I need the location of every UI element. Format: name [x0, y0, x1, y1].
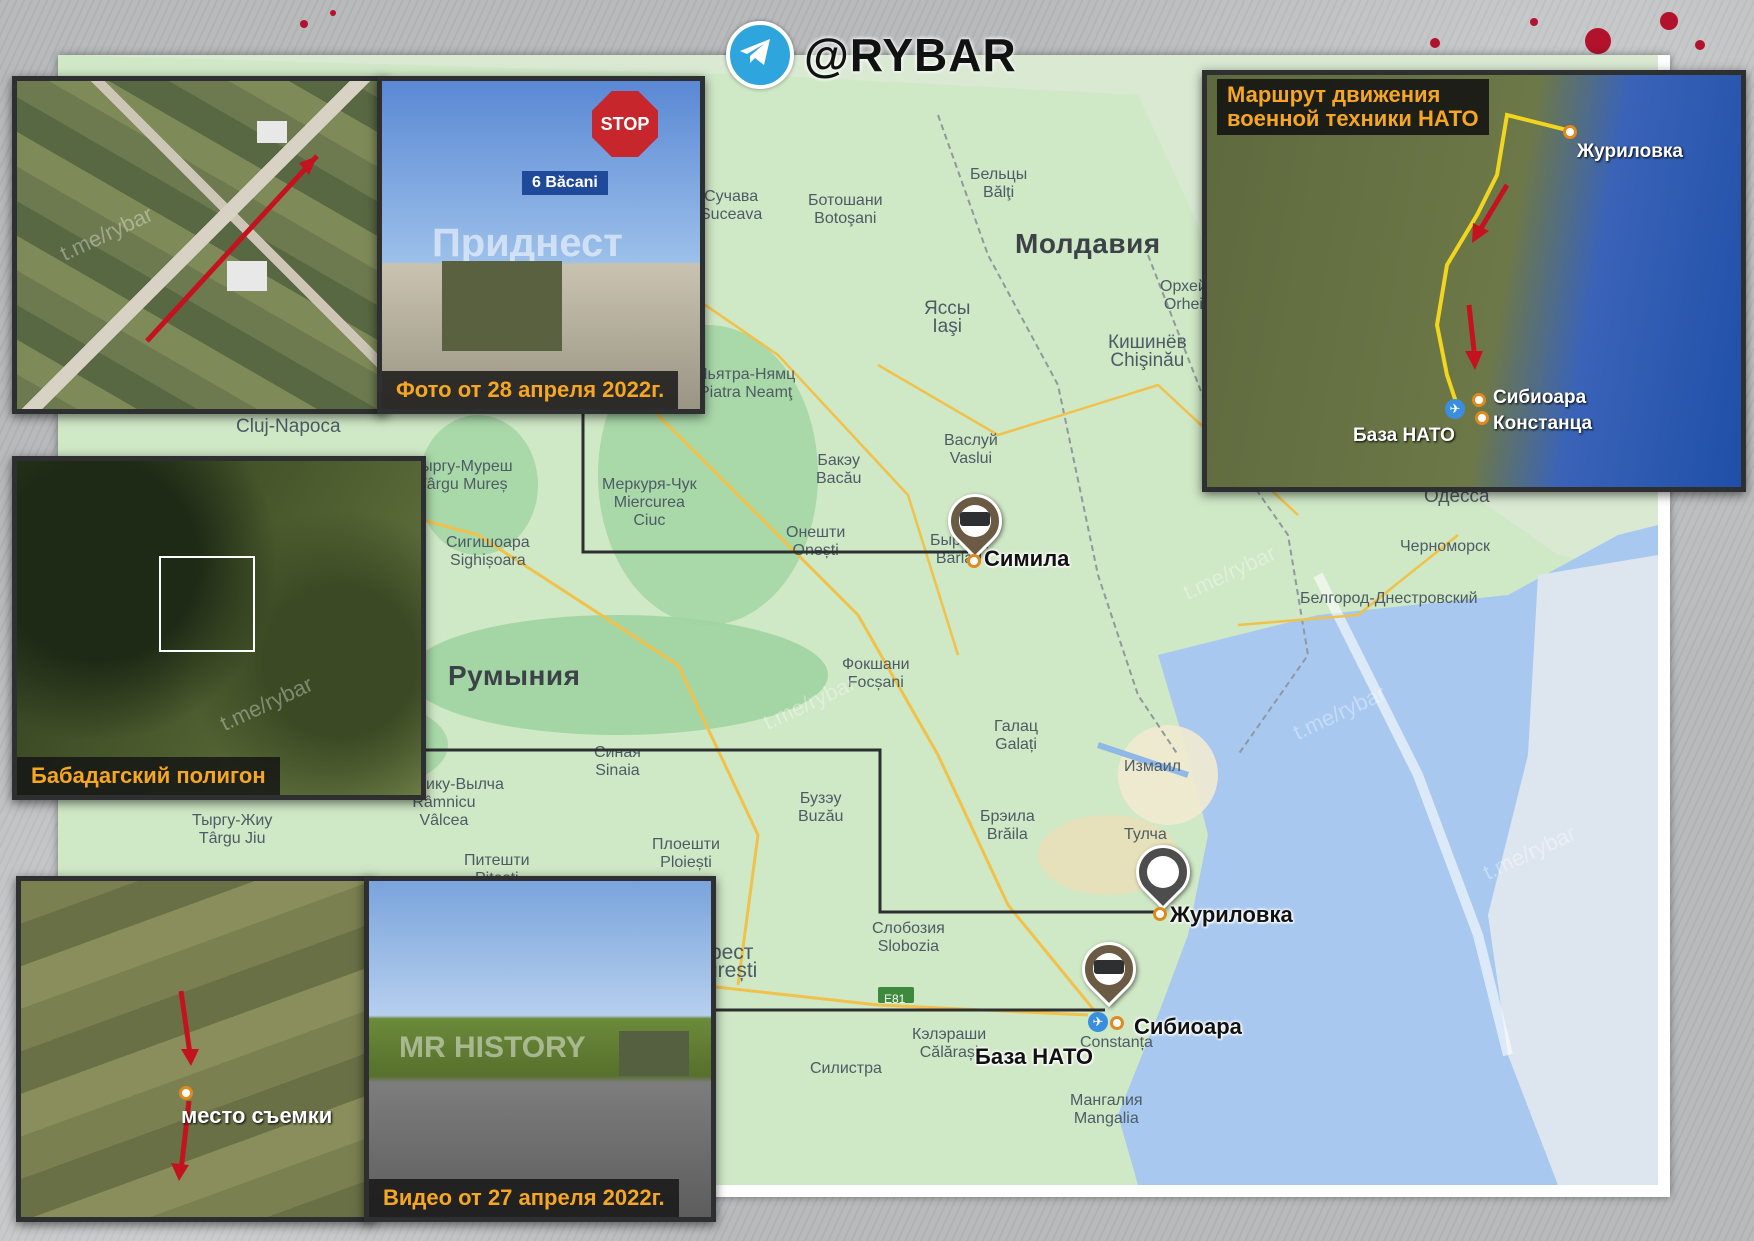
- callout-label-sibioara: Сибиоара: [1134, 1014, 1242, 1039]
- location-dot-jurilovca: [1153, 907, 1167, 921]
- route-inset[interactable]: Маршрут движения военной техники НАТО Жу…: [1202, 70, 1746, 492]
- inset-video[interactable]: MR HISTORY Видео от 27 апреля 2022г.: [364, 876, 716, 1222]
- place-label-silistra: Силистра: [810, 1060, 882, 1077]
- blood-splatter: [1660, 12, 1678, 30]
- telegram-icon[interactable]: [726, 21, 794, 89]
- blood-splatter: [1695, 40, 1705, 50]
- header: @RYBAR: [726, 20, 1017, 90]
- place-label-chernomorsk: Черноморск: [1400, 538, 1490, 555]
- place-label-tirgu-mures: Тыргу-Муреш Târgu Mureș: [412, 458, 513, 493]
- blood-splatter: [1530, 18, 1538, 26]
- airport-icon: ✈: [1445, 399, 1465, 419]
- place-label-slobozia: Слобозия Slobozia: [872, 920, 945, 955]
- place-label-buzau: Бузэу Buzău: [798, 790, 844, 825]
- place-label-bacau: Бакэу Bacău: [816, 452, 862, 487]
- inset-babadag-polygon[interactable]: t.me/rybar Бабадагский полигон: [12, 456, 426, 800]
- callout-label-nato-base: База НАТО: [975, 1044, 1093, 1069]
- video-caption: Видео от 27 апреля 2022г.: [369, 1179, 679, 1217]
- armored-vehicle: [619, 1031, 689, 1076]
- route-dot-constanta: [1475, 411, 1489, 425]
- route-dot-sibioara: [1472, 393, 1486, 407]
- place-label-iasi: Яссы Iaşi: [924, 298, 971, 337]
- place-label-izmail: Измаил: [1124, 758, 1182, 775]
- route-dot-jurilovca: [1563, 125, 1577, 139]
- country-label-romania: Румыния: [448, 660, 581, 691]
- movement-arrow-icon: [171, 990, 199, 1181]
- road-label-e81: E81: [884, 992, 906, 1006]
- route-label-constanta: Констанца: [1493, 413, 1593, 434]
- place-label-galati: Галац Galați: [994, 718, 1039, 753]
- place-label-orhei: Орхей Orhei: [1160, 278, 1207, 313]
- military-truck: [442, 261, 562, 351]
- polygon-caption: Бабадагский полигон: [17, 757, 280, 795]
- inset-satellite-video-location[interactable]: место съемки: [16, 876, 374, 1222]
- route-label-nato-base: База НАТО: [1353, 425, 1455, 446]
- place-label-sinaia: Синая Sinaia: [594, 744, 641, 779]
- place-label-beltsy: Бельцы Bălţi: [970, 166, 1028, 201]
- place-label-tulcea: Тулча: [1124, 826, 1167, 843]
- place-label-mangalia: Мангалия Mangalia: [1070, 1092, 1143, 1127]
- route-label-sibioara: Сибиоара: [1493, 387, 1587, 408]
- shooting-location-label: место съемки: [181, 1103, 333, 1128]
- armored-vehicle-icon: [1094, 960, 1124, 974]
- stop-sign-icon: STOP: [592, 91, 658, 157]
- callout-label-jurilovca: Журиловка: [1170, 902, 1293, 927]
- place-label-sighisoara: Сигишоара Sighișoara: [446, 534, 530, 569]
- place-label-braila: Брэила Brăila: [980, 808, 1035, 843]
- airport-icon: ✈: [1088, 1012, 1108, 1032]
- callout-label-simila: Симила: [984, 546, 1070, 571]
- inset-satellite-crossroad[interactable]: t.me/rybar: [12, 76, 387, 414]
- location-dot-sibioara: [1110, 1016, 1124, 1030]
- route-label-jurilovca: Журиловка: [1577, 141, 1683, 162]
- inset-photo[interactable]: STOP 6 Băcani Приднест Фото от 28 апреля…: [377, 76, 705, 414]
- blood-splatter: [1585, 28, 1611, 54]
- photo-caption: Фото от 28 апреля 2022г.: [382, 371, 679, 409]
- place-label-onesti: Онешти Onești: [786, 524, 846, 559]
- photo-overlay-text: Приднест: [432, 221, 623, 265]
- route-title: Маршрут движения военной техники НАТО: [1217, 79, 1489, 135]
- blood-splatter: [330, 10, 336, 16]
- place-label-botosani: Ботошани Botoşani: [808, 192, 883, 227]
- place-label-belgorod: Белгород-Днестровский: [1300, 590, 1478, 607]
- location-dot-simila: [967, 554, 981, 568]
- country-label-moldova: Молдавия: [1015, 228, 1161, 259]
- road-sign: 6 Băcani: [522, 171, 608, 195]
- place-label-targu-jiu: Тыргу-Жиу Târgu Jiu: [192, 812, 273, 847]
- polygon-highlight-box: [159, 556, 255, 652]
- armored-vehicle-icon: [960, 512, 990, 526]
- place-label-cluj: Cluj-Napoca: [236, 416, 341, 437]
- place-label-vaslui: Васлуй Vaslui: [944, 432, 998, 467]
- place-label-suceava: Сучава Suceava: [700, 188, 763, 223]
- place-label-ploiesti: Плоешти Ploiești: [652, 836, 720, 871]
- place-label-piatra: Пьятра-Нямц Piatra Neamţ: [696, 366, 796, 401]
- shooting-location-dot: [179, 1086, 193, 1100]
- blood-splatter: [1430, 38, 1440, 48]
- place-label-miercurea: Меркуря-Чук Miercurea Ciuc: [602, 476, 697, 529]
- channel-handle[interactable]: @RYBAR: [804, 28, 1017, 82]
- route-line: [1434, 112, 1568, 406]
- video-overlay-text: MR HISTORY: [399, 1031, 586, 1064]
- blood-splatter: [300, 20, 308, 28]
- place-label-kishinev: Кишинёв Chişinău: [1108, 332, 1187, 371]
